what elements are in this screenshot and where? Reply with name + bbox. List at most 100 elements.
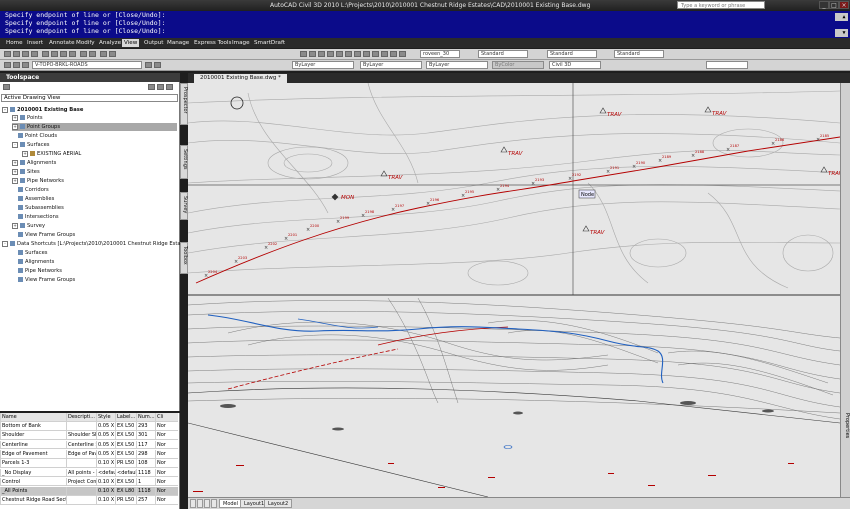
tab-insert[interactable]: Insert [25, 39, 45, 47]
text-style-combo[interactable]: roveen_30 [420, 50, 460, 58]
expand-icon[interactable]: + [12, 168, 18, 175]
tree-data-shortcuts[interactable]: - Data Shortcuts [L:\Projects\2010\201000… [2, 240, 202, 248]
plot-icon[interactable] [31, 51, 38, 57]
tree-subassemblies[interactable]: Subassemblies [18, 204, 64, 212]
column-header[interactable]: Name [0, 413, 66, 421]
annotation-scale-combo[interactable] [706, 61, 748, 69]
toolspace-help-icon[interactable] [157, 84, 164, 90]
tab-toolbox[interactable]: Toolbox [180, 242, 188, 274]
scroll-up-icon[interactable]: ▲ [835, 13, 848, 21]
tree-drawing[interactable]: -2010001 Existing Base [2, 106, 83, 114]
table-header[interactable]: Name Descripti... Style Label... Num... Cli [0, 413, 178, 422]
linetype-combo[interactable]: ByLayer [360, 61, 422, 69]
tab-express-tools[interactable]: Express Tools [192, 39, 233, 47]
scroll-down-icon[interactable]: ▼ [835, 29, 848, 37]
tool-palettes-icon[interactable] [390, 51, 397, 57]
zoom-all-icon[interactable] [363, 51, 370, 57]
sheet-set-icon[interactable] [399, 51, 406, 57]
column-header[interactable]: Style [96, 413, 115, 421]
design-center-icon[interactable] [381, 51, 388, 57]
expand-icon[interactable]: + [22, 150, 28, 157]
pan-icon[interactable] [300, 51, 307, 57]
layer-lock-icon[interactable] [22, 62, 29, 68]
zoom-window-icon[interactable] [318, 51, 325, 57]
tree-survey[interactable]: + Survey [12, 222, 45, 230]
expand-icon[interactable]: + [12, 177, 18, 184]
tab-survey[interactable]: Survey [180, 192, 188, 220]
tab-view[interactable]: View [122, 39, 140, 47]
table-row[interactable]: CenterlineCenterline S0.05 X 3EX L50 P11… [0, 440, 178, 450]
tab-modify[interactable]: Modify [74, 39, 97, 47]
collapse-icon[interactable]: - [12, 141, 18, 148]
layer-combo[interactable]: V-TOPO-BRKL-ROADS [32, 61, 142, 69]
layer-state-icon[interactable] [109, 51, 116, 57]
zoom-realtime-icon[interactable] [309, 51, 316, 57]
zoom-in-icon[interactable] [345, 51, 352, 57]
maximize-button[interactable]: □ [829, 1, 839, 9]
close-button[interactable]: × [839, 1, 849, 9]
plotstyle-combo[interactable]: ByColor [492, 61, 544, 69]
collapse-icon[interactable]: - [2, 106, 8, 113]
tree-ds-alignments[interactable]: Alignments [18, 258, 54, 266]
tree-intersections[interactable]: Intersections [18, 213, 59, 221]
color-combo[interactable]: ByLayer [292, 61, 354, 69]
match-properties-icon[interactable] [69, 51, 76, 57]
table-row[interactable]: _No DisplayAll points - i<default<defaul… [0, 468, 178, 478]
tab-manage[interactable]: Manage [165, 39, 191, 47]
column-header[interactable]: Cli [155, 413, 176, 421]
table-row[interactable]: Edge of PavementEdge of Pav0.05 X 3EX L5… [0, 449, 178, 459]
tree-ds-view-frame-groups[interactable]: View Frame Groups [18, 276, 75, 284]
search-input[interactable]: Type a keyword or phrase [677, 1, 765, 9]
minimize-button[interactable]: _ [819, 1, 829, 9]
toolspace-options-icon[interactable] [166, 84, 173, 90]
table-row[interactable]: Chestnut Ridge Road Sect 0.10 X 3PR L50 P… [0, 496, 178, 506]
table-row[interactable]: _All Points 0.10 X 3EX L80 E1118Nor [0, 487, 178, 496]
tab-output[interactable]: Output [142, 39, 165, 47]
column-header[interactable]: Label... [115, 413, 136, 421]
lineweight-combo[interactable]: ByLayer [426, 61, 488, 69]
paste-icon[interactable] [60, 51, 67, 57]
expand-icon[interactable]: + [12, 159, 18, 166]
column-header[interactable]: Descripti... [66, 413, 96, 421]
cut-icon[interactable] [42, 51, 49, 57]
expand-icon[interactable]: + [12, 222, 18, 229]
redo-icon[interactable] [89, 51, 96, 57]
zoom-out-icon[interactable] [354, 51, 361, 57]
make-current-icon[interactable] [145, 62, 152, 68]
first-tab-icon[interactable] [190, 499, 196, 508]
open-icon[interactable] [13, 51, 20, 57]
copy-icon[interactable] [51, 51, 58, 57]
zoom-previous-icon[interactable] [327, 51, 334, 57]
document-tab[interactable]: 2010001 Existing Base.dwg * [194, 74, 287, 83]
tab-smartdraft[interactable]: SmartDraft [252, 39, 287, 47]
drawing-canvas[interactable]: × 2204 × 2203 × 2202 × 2201 × 2200 × 2199 × 2198 × 2197… [188, 83, 840, 497]
tree-sites[interactable]: + Sites [12, 168, 40, 176]
tab-layout2[interactable]: Layout2 [264, 499, 293, 508]
tab-image[interactable]: Image [230, 39, 252, 47]
expand-icon[interactable]: + [12, 123, 18, 130]
layer-icon[interactable] [100, 51, 107, 57]
layer-previous-icon[interactable] [154, 62, 161, 68]
tab-model[interactable]: Model [219, 499, 243, 508]
table-row[interactable]: Bottom of Bank 0.05 X 3EX L50 P293Nor [0, 422, 178, 431]
tree-assemblies[interactable]: Assemblies [18, 195, 54, 203]
toolspace-toolbar-icon[interactable] [3, 84, 10, 90]
column-header[interactable]: Num... [136, 413, 155, 421]
tree-ds-surfaces[interactable]: Surfaces [18, 249, 47, 257]
expand-icon[interactable]: + [12, 114, 18, 121]
tree-surface-existing-aerial[interactable]: + EXISTING AERIAL [22, 150, 81, 158]
zoom-extents-icon[interactable] [336, 51, 343, 57]
tab-settings[interactable]: Settings [180, 145, 188, 179]
dim-style-combo[interactable]: Standard [478, 50, 528, 58]
tree-ds-pipe-networks[interactable]: Pipe Networks [18, 267, 62, 275]
table-style-combo[interactable]: Standard [547, 50, 597, 58]
toolspace-settings-icon[interactable] [148, 84, 155, 90]
tree-pipe-networks[interactable]: + Pipe Networks [12, 177, 64, 185]
tab-analyze[interactable]: Analyze [97, 39, 123, 47]
layer-freeze-icon[interactable] [13, 62, 20, 68]
tree-alignments[interactable]: + Alignments [12, 159, 56, 167]
properties-icon[interactable] [372, 51, 379, 57]
table-row[interactable]: ControlProject Con0.10 X 3EX L50 P1Nor [0, 477, 178, 487]
tree-points[interactable]: + Points [12, 114, 43, 122]
table-row[interactable]: ShoulderShoulder Sh0.05 X 3EX L50 P301No… [0, 431, 178, 440]
